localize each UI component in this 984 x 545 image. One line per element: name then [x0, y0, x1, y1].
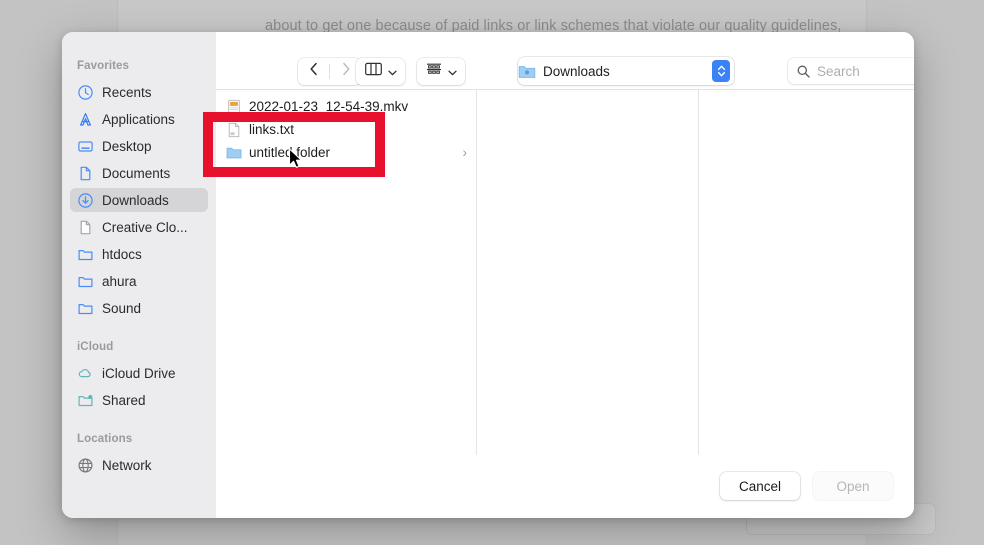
file-name: 2022-01-23_12-54-39.mkv — [249, 99, 409, 114]
sidebar-item-creative-cloud[interactable]: Creative Clo... — [70, 215, 208, 239]
list-item[interactable]: links.txt — [216, 118, 476, 141]
dialog-toolbar: Downloads Search — [216, 32, 914, 90]
search-icon — [797, 65, 810, 78]
chevron-right-icon: › — [462, 145, 468, 160]
navigation-segment — [298, 58, 361, 85]
sidebar-item-icloud-drive[interactable]: iCloud Drive — [70, 361, 208, 385]
column-browser: 2022-01-23_12-54-39.mkv links.txt untitl… — [216, 89, 914, 455]
shared-folder-icon — [77, 392, 94, 409]
cancel-button[interactable]: Cancel — [720, 472, 800, 500]
sidebar-item-desktop[interactable]: Desktop — [70, 134, 208, 158]
cloud-icon — [77, 365, 94, 382]
sidebar-item-applications[interactable]: Applications — [70, 107, 208, 131]
list-item[interactable]: untitled folder › — [216, 141, 476, 164]
sidebar-item-label: Creative Clo... — [102, 219, 188, 235]
sidebar-item-ahura[interactable]: ahura — [70, 269, 208, 293]
sidebar-item-network[interactable]: Network — [70, 453, 208, 477]
column-view-icon — [365, 62, 382, 81]
file-picker-dialog: Favorites Recents Applications Desktop D… — [62, 32, 914, 518]
file-name: links.txt — [249, 122, 295, 137]
chevron-left-icon — [309, 62, 319, 81]
file-column-empty[interactable] — [477, 89, 699, 455]
back-button[interactable] — [298, 58, 329, 85]
clock-icon — [77, 84, 94, 101]
sidebar-section-header-favorites: Favorites — [77, 60, 130, 72]
sidebar-item-label: Documents — [102, 165, 171, 181]
sidebar-item-htdocs[interactable]: htdocs — [70, 242, 208, 266]
search-placeholder: Search — [817, 63, 860, 79]
file-column[interactable]: 2022-01-23_12-54-39.mkv links.txt untitl… — [216, 89, 477, 455]
document-icon — [77, 165, 94, 182]
sidebar-item-sound[interactable]: Sound — [70, 296, 208, 320]
sidebar-item-documents[interactable]: Documents — [70, 161, 208, 185]
sidebar-section-header-locations: Locations — [77, 433, 133, 445]
sidebar-item-shared[interactable]: Shared — [70, 388, 208, 412]
open-button[interactable]: Open — [813, 472, 893, 500]
movie-file-icon — [226, 99, 242, 115]
desktop-icon — [77, 138, 94, 155]
sidebar-item-label: Sound — [102, 300, 142, 316]
sidebar-item-downloads[interactable]: Downloads — [70, 188, 208, 212]
sidebar-item-recents[interactable]: Recents — [70, 80, 208, 104]
chevron-down-icon — [388, 63, 397, 81]
sidebar-item-label: Downloads — [102, 192, 169, 208]
text-file-icon — [226, 122, 242, 138]
sidebar-item-label: htdocs — [102, 246, 142, 262]
path-dropdown[interactable]: Downloads — [518, 57, 734, 85]
search-input[interactable]: Search — [788, 58, 914, 84]
downloads-folder-icon — [518, 64, 536, 79]
view-mode-button[interactable] — [356, 58, 405, 85]
group-by-button[interactable] — [417, 58, 465, 85]
sidebar-item-label: Shared — [102, 392, 146, 408]
path-label: Downloads — [543, 63, 610, 79]
folder-icon — [77, 273, 94, 290]
folder-icon — [77, 300, 94, 317]
sidebar-section-header-icloud: iCloud — [77, 341, 114, 353]
list-item[interactable]: 2022-01-23_12-54-39.mkv — [216, 95, 476, 118]
sidebar-item-label: Network — [102, 457, 152, 473]
dialog-footer: Cancel Open — [216, 455, 914, 518]
preview-column — [699, 89, 914, 455]
downloads-icon — [77, 192, 94, 209]
sidebar-item-label: Applications — [102, 111, 175, 127]
mouse-pointer-icon — [288, 148, 303, 175]
group-by-icon — [426, 62, 442, 81]
sidebar-item-label: Desktop — [102, 138, 152, 154]
globe-icon — [77, 457, 94, 474]
sidebar: Favorites Recents Applications Desktop D… — [62, 32, 216, 518]
chevron-right-icon — [341, 62, 351, 81]
document-grey-icon — [77, 219, 94, 236]
sidebar-item-label: Recents — [102, 84, 152, 100]
sidebar-item-label: iCloud Drive — [102, 365, 176, 381]
folder-icon — [77, 246, 94, 263]
sidebar-item-label: ahura — [102, 273, 137, 289]
folder-icon — [226, 145, 242, 161]
chevron-down-icon — [448, 63, 457, 81]
applications-icon — [77, 111, 94, 128]
up-down-stepper-icon[interactable] — [712, 60, 730, 82]
